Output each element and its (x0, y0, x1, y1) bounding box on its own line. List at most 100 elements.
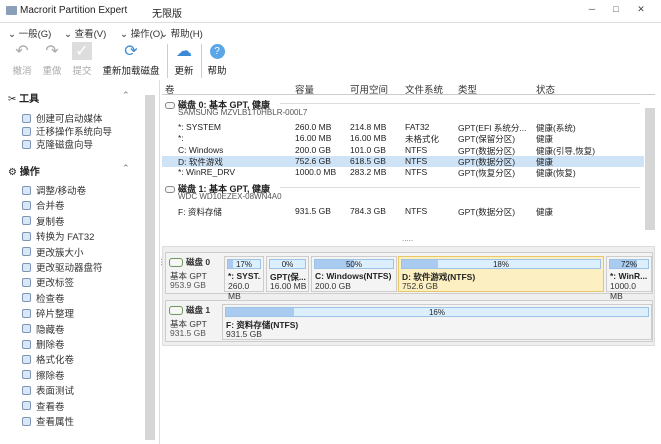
sidebar-operation-item[interactable]: 碎片整理 (22, 307, 74, 320)
volume-row[interactable]: *: SYSTEM 260.0 MB 214.8 MB FAT32 GPT(EFI 系统… (162, 122, 644, 133)
cell: 200.0 GB (295, 144, 331, 155)
partition-block[interactable]: 50% C: Windows(NTFS) 200.0 GB (311, 256, 397, 292)
redo-icon: ↷ (45, 43, 59, 60)
undo-icon: ↶ (15, 43, 29, 60)
sidebar-operation-item[interactable]: 复制卷 (22, 215, 65, 228)
menu-label: 操作(O) (130, 29, 164, 40)
partition-name: C: Windows(NTFS) (315, 271, 392, 281)
volume-row[interactable]: C: Windows 200.0 GB 101.0 GB NTFS GPT(数据分区) 健… (162, 145, 644, 156)
cell: GPT(恢复分区) (458, 168, 516, 179)
reload-disks-button[interactable]: ⟳ 重新加载磁盘 (100, 42, 162, 77)
tools-section-header[interactable]: ✂ 工具 (8, 90, 39, 105)
item-label: 合并卷 (36, 201, 65, 213)
menu-view[interactable]: ⌄ 查看(V) (64, 26, 106, 40)
sidebar-operation-item[interactable]: 查看属性 (22, 415, 75, 428)
partition-block[interactable]: 18% D: 软件游戏(NTFS) 752.6 GB (398, 256, 604, 292)
partition-block[interactable]: 16% F: 资料存储(NTFS) 931.5 GB (222, 304, 652, 340)
undo-button[interactable]: ↶ 撤消 (10, 42, 34, 77)
menu-operation[interactable]: ⌄ 操作(O) (120, 26, 163, 40)
operations-section-header[interactable]: ⚙ 操作 (8, 163, 40, 178)
update-button[interactable]: ☁ 更新 (172, 42, 196, 77)
redo-button[interactable]: ↷ 重做 (40, 42, 64, 77)
disk-map-row[interactable]: 磁盘 0 基本 GPT 953.9 GB 17% *: SYST... 260.… (165, 252, 653, 301)
sidebar-operation-item[interactable]: 合并卷 (22, 199, 65, 213)
disk-size: 953.9 GB (170, 280, 206, 290)
operation-icon (22, 262, 31, 272)
partition-name: *: WinR... (610, 271, 648, 281)
partition-size: 260.0 MB (228, 281, 250, 301)
sidebar-operation-item[interactable]: 调整/移动卷 (22, 184, 86, 197)
volume-row[interactable]: *: WinRE_DRV 1000.0 MB 283.2 MB NTFS GPT(恢复分… (162, 167, 644, 178)
cell: 16.00 MB (350, 133, 387, 144)
cell: 1000.0 MB (295, 167, 337, 178)
sidebar-scrollbar[interactable] (145, 95, 155, 440)
sidebar-operation-item[interactable]: 格式化卷 (22, 353, 74, 366)
partition-size: 752.6 GB (402, 281, 438, 291)
sidebar-operation-item[interactable]: 更改标签 (22, 276, 74, 289)
item-label: 检查卷 (36, 293, 65, 305)
menu-help[interactable]: ⌄ 帮助(H) (160, 26, 203, 40)
usage-fill (402, 260, 438, 268)
sidebar-tool-item[interactable]: 创建可启动媒体 (22, 112, 103, 125)
window-title: Macrorit Partition Expert (20, 5, 128, 16)
sidebar-operation-item[interactable]: 删除卷 (22, 338, 65, 351)
tool-icon (22, 113, 31, 123)
minimize-button[interactable]: ─ (585, 4, 599, 16)
usage-fill (228, 260, 234, 268)
usage-bar: 0% (269, 259, 306, 269)
sidebar-operation-item[interactable]: 更改簇大小 (22, 246, 84, 259)
sidebar-tool-item[interactable]: 迁移操作系统向导 (22, 125, 113, 138)
sidebar-operation-item[interactable]: 表面测试 (22, 384, 74, 397)
item-label: 迁移操作系统向导 (36, 127, 113, 138)
usage-percent: 72% (620, 260, 637, 269)
collapse-tools-icon[interactable]: ⌃ (122, 90, 130, 101)
operation-icon (22, 308, 31, 318)
refresh-icon: ⟳ (124, 43, 138, 60)
sidebar-operation-item[interactable]: 检查卷 (22, 292, 65, 305)
volume-row[interactable]: *: 16.00 MB 16.00 MB 未格式化 GPT(保留分区) 健康 (162, 133, 644, 144)
list-scrollbar[interactable] (645, 108, 655, 230)
item-label: 更改驱动器盘符 (36, 263, 103, 274)
operation-icon (22, 354, 31, 364)
header-divider (162, 94, 655, 95)
cell: 283.2 MB (350, 167, 387, 178)
volume-row[interactable]: D: 软件游戏 752.6 GB 618.5 GB NTFS GPT(数据分区) 健康 (162, 155, 644, 167)
disk-map-row[interactable]: 磁盘 1 基本 GPT 931.5 GB 16% F: 资料存储(NTFS) 9… (165, 300, 653, 342)
menu-bar: ⌄ 一般(G) ⌄ 查看(V) ⌄ 操作(O) ⌄ 帮助(H) (0, 22, 661, 40)
cell: 752.6 GB (295, 155, 331, 166)
commit-button[interactable]: ✓ 提交 (70, 42, 94, 77)
operation-icon (22, 339, 31, 349)
cell: 健康(系统) (536, 123, 576, 133)
partition-block[interactable]: 72% *: WinR... 1000.0 MB (606, 256, 652, 301)
menu-label: 查看(V) (74, 29, 107, 40)
item-label: 创建可启动媒体 (36, 114, 103, 125)
sidebar-operation-item[interactable]: 转换为 FAT32 (22, 230, 94, 243)
cell: F: 资料存储 (178, 207, 222, 217)
item-label: 查看属性 (36, 417, 75, 428)
operation-icon (22, 385, 31, 395)
volume-row[interactable]: F: 资料存储 931.5 GB 784.3 GB NTFS GPT(数据分区) 健康 (162, 206, 644, 217)
tool-icon (22, 126, 31, 136)
item-label: 擦除卷 (36, 370, 65, 382)
menu-general[interactable]: ⌄ 一般(G) (8, 26, 51, 40)
sidebar-operation-item[interactable]: 擦除卷 (22, 369, 65, 382)
update-label: 更新 (174, 66, 194, 77)
sidebar-operation-item[interactable]: 查看卷 (22, 400, 65, 413)
help-button[interactable]: ? 帮助 (205, 42, 229, 77)
operation-icon (22, 185, 31, 195)
sidebar-operation-item[interactable]: 更改驱动器盘符 (22, 261, 103, 274)
collapse-operations-icon[interactable]: ⌃ (122, 163, 130, 174)
usage-percent: 0% (281, 260, 294, 269)
sidebar-operation-item[interactable]: 隐藏卷 (22, 323, 65, 336)
partition-block[interactable]: 0% GPT(保... 16.00 MB (266, 256, 309, 292)
cell: 健康(恢复) (536, 168, 576, 179)
pane-splitter[interactable]: ..... (402, 234, 413, 243)
maximize-button[interactable]: □ (609, 4, 623, 16)
partition-size: 200.0 GB (315, 281, 351, 291)
operation-icon (22, 401, 31, 411)
operation-icon (22, 200, 31, 210)
cell: FAT32 (405, 122, 430, 132)
sidebar-tool-item[interactable]: 克隆磁盘向导 (22, 138, 93, 151)
partition-block[interactable]: 17% *: SYST... 260.0 MB (224, 256, 264, 301)
close-button[interactable]: ✕ (634, 4, 648, 16)
